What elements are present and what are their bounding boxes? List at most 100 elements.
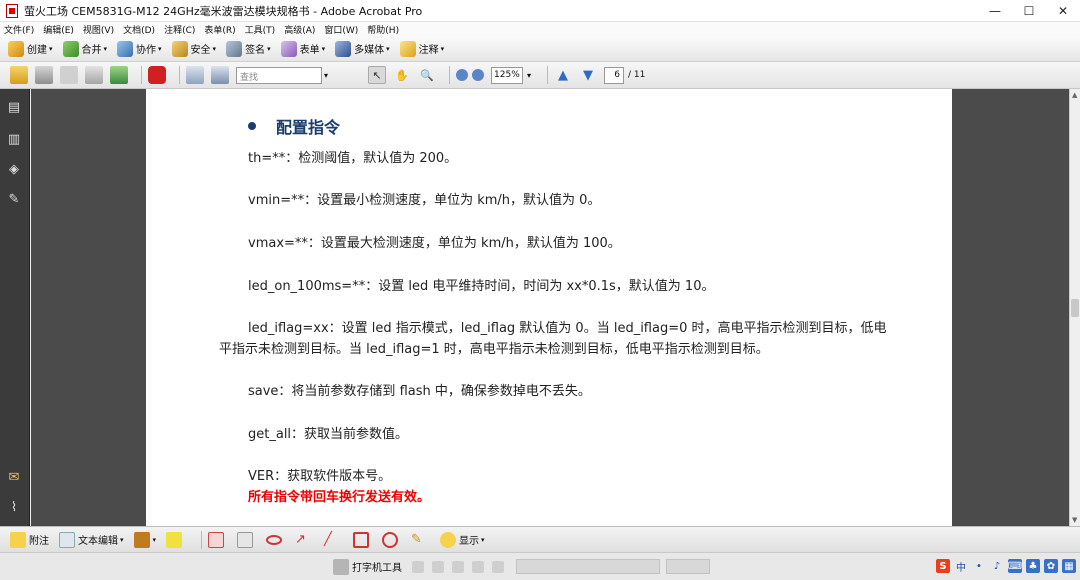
- punctuation-icon[interactable]: •: [972, 559, 986, 573]
- highlight-button[interactable]: [166, 531, 185, 548]
- collaborate-button[interactable]: 协作 ▾: [117, 40, 162, 57]
- highlight-text-icon: [166, 531, 183, 548]
- maximize-button[interactable]: ☐: [1012, 0, 1046, 22]
- dropdown-arrow-icon: ▾: [212, 44, 217, 53]
- zoom-dropdown-icon[interactable]: ▾: [527, 71, 531, 80]
- document-viewport[interactable]: 配置指令 th=**：检测阈值，默认值为 200。 vmin=**：设置最小检测…: [31, 89, 1069, 526]
- next-page-icon[interactable]: ▼: [579, 66, 597, 84]
- line-button[interactable]: ╱: [324, 532, 343, 548]
- stamp-button[interactable]: ▾: [133, 531, 156, 548]
- heading-text: 配置指令: [276, 118, 341, 137]
- page-number-field[interactable]: 6: [604, 66, 625, 84]
- microphone-icon[interactable]: ♪: [990, 559, 1004, 573]
- scroll-up-icon[interactable]: ▲: [1072, 91, 1077, 99]
- zoom-out-icon[interactable]: [456, 69, 469, 81]
- create-label: 创建: [27, 45, 47, 56]
- multimedia-label: 多媒体: [354, 45, 385, 56]
- open-folder-icon[interactable]: [10, 66, 28, 84]
- save-icon[interactable]: [60, 66, 78, 84]
- vertical-scrollbar[interactable]: ▲ ▼: [1069, 89, 1080, 526]
- textbox-icon: [237, 531, 254, 548]
- doc-line-th: th=**：检测阈值，默认值为 200。: [248, 151, 458, 166]
- attachments-panel-icon[interactable]: ⌇: [7, 499, 21, 515]
- toolbar-divider: [547, 66, 549, 84]
- sticky-note-button[interactable]: 附注: [10, 531, 49, 548]
- text-edit-button[interactable]: 文本编辑 ▾: [59, 531, 124, 548]
- sync-icon[interactable]: [110, 66, 128, 84]
- dropdown-arrow-icon: ▾: [49, 44, 53, 53]
- secure-button[interactable]: 安全 ▾: [171, 40, 217, 57]
- create-button[interactable]: 创建 ▾: [8, 40, 53, 57]
- menu-forms[interactable]: 表单(R): [204, 23, 235, 36]
- zoom-tool-icon[interactable]: 🔍: [418, 66, 436, 84]
- menu-help[interactable]: 帮助(H): [367, 23, 399, 36]
- zoom-level-field[interactable]: 125%: [491, 66, 524, 84]
- user-icon[interactable]: ♣: [1026, 559, 1040, 573]
- menu-window[interactable]: 窗口(W): [324, 23, 358, 36]
- zoom-in-icon[interactable]: [472, 69, 485, 81]
- arrow-button[interactable]: ↗: [295, 532, 314, 548]
- scroll-down-icon[interactable]: ▼: [1072, 516, 1077, 524]
- minimize-button[interactable]: —: [978, 0, 1012, 22]
- dropdown-arrow-icon: ▾: [158, 44, 162, 53]
- hand-tool-icon[interactable]: ✋: [393, 66, 411, 84]
- menu-bar: 文件(F) 编辑(E) 视图(V) 文档(D) 注释(C) 表单(R) 工具(T…: [0, 22, 1080, 36]
- doc-line-save: save：将当前参数存储到 flash 中，确保参数掉电不丢失。: [248, 384, 591, 399]
- textbox-button[interactable]: [237, 531, 256, 548]
- multimedia-button[interactable]: 多媒体 ▾: [335, 40, 390, 57]
- menu-file[interactable]: 文件(F): [4, 23, 34, 36]
- sogou-ime-icon[interactable]: S: [936, 559, 950, 573]
- pencil-button[interactable]: ✎: [411, 532, 430, 548]
- callout-icon: [208, 531, 225, 548]
- signatures-panel-icon[interactable]: ✎: [7, 191, 21, 207]
- menu-advanced[interactable]: 高级(A): [284, 23, 315, 36]
- forms-button[interactable]: 表单 ▾: [280, 40, 325, 57]
- oval-button[interactable]: [382, 531, 401, 548]
- menu-comments[interactable]: 注释(C): [164, 23, 195, 36]
- sign-button[interactable]: 签名 ▾: [226, 40, 271, 57]
- fit-page-icon[interactable]: [211, 66, 229, 84]
- pdf-page: 配置指令 th=**：检测阈值，默认值为 200。 vmin=**：设置最小检测…: [146, 89, 952, 526]
- pages-panel-icon[interactable]: ▤: [7, 99, 21, 115]
- select-tool-icon[interactable]: ↖: [368, 66, 387, 84]
- rectangle-button[interactable]: [353, 531, 372, 548]
- skin-icon[interactable]: ✿: [1044, 559, 1058, 573]
- toolbox-icon[interactable]: ▦: [1062, 559, 1076, 573]
- create-pdf-icon: [8, 40, 24, 57]
- close-button[interactable]: ✕: [1046, 0, 1080, 22]
- dropdown-arrow-icon: ▾: [120, 535, 124, 544]
- email-icon[interactable]: [85, 66, 103, 84]
- menu-edit[interactable]: 编辑(E): [43, 23, 74, 36]
- keyboard-icon[interactable]: ⌨: [1008, 559, 1022, 573]
- menu-tools[interactable]: 工具(T): [245, 23, 276, 36]
- chinese-mode-icon[interactable]: 中: [954, 559, 968, 574]
- print-icon[interactable]: [35, 66, 53, 84]
- line-spacing-increase-icon: [472, 560, 484, 573]
- menu-document[interactable]: 文档(D): [123, 23, 155, 36]
- cloud-button[interactable]: [266, 534, 285, 545]
- search-input[interactable]: 查找: [236, 66, 322, 84]
- callout-button[interactable]: [208, 531, 227, 548]
- comment-button[interactable]: 注释 ▾: [399, 40, 445, 57]
- secure-label: 安全: [190, 45, 211, 56]
- stamp-icon: [133, 531, 150, 548]
- bookmarks-panel-icon[interactable]: ▥: [7, 131, 21, 147]
- doc-line-vmin: vmin=**：设置最小检测速度，单位为 km/h，默认值为 0。: [248, 193, 601, 208]
- page-layout-icon[interactable]: [186, 66, 204, 84]
- scroll-thumb[interactable]: [1071, 299, 1079, 317]
- lock-icon: [171, 40, 188, 57]
- dropdown-arrow-icon: ▾: [481, 535, 485, 544]
- show-button[interactable]: 显示 ▾: [440, 531, 485, 548]
- typewriter-button[interactable]: 打字机工具: [333, 558, 402, 575]
- search-dropdown-icon[interactable]: ▾: [324, 71, 328, 80]
- organizer-icon[interactable]: [148, 66, 166, 84]
- arrow-icon: ↗: [295, 531, 306, 547]
- menu-view[interactable]: 视图(V): [83, 23, 114, 36]
- dropdown-arrow-icon: ▾: [440, 44, 445, 53]
- previous-page-icon[interactable]: ▲: [554, 66, 572, 84]
- combine-button[interactable]: 合并 ▾: [62, 40, 107, 57]
- layers-panel-icon[interactable]: ◈: [7, 161, 21, 177]
- toolbar-divider: [201, 530, 203, 549]
- comments-panel-icon[interactable]: ✉: [7, 469, 21, 485]
- navigation-panel: ▤ ▥ ◈ ✎ ✉ ⌇: [0, 89, 30, 526]
